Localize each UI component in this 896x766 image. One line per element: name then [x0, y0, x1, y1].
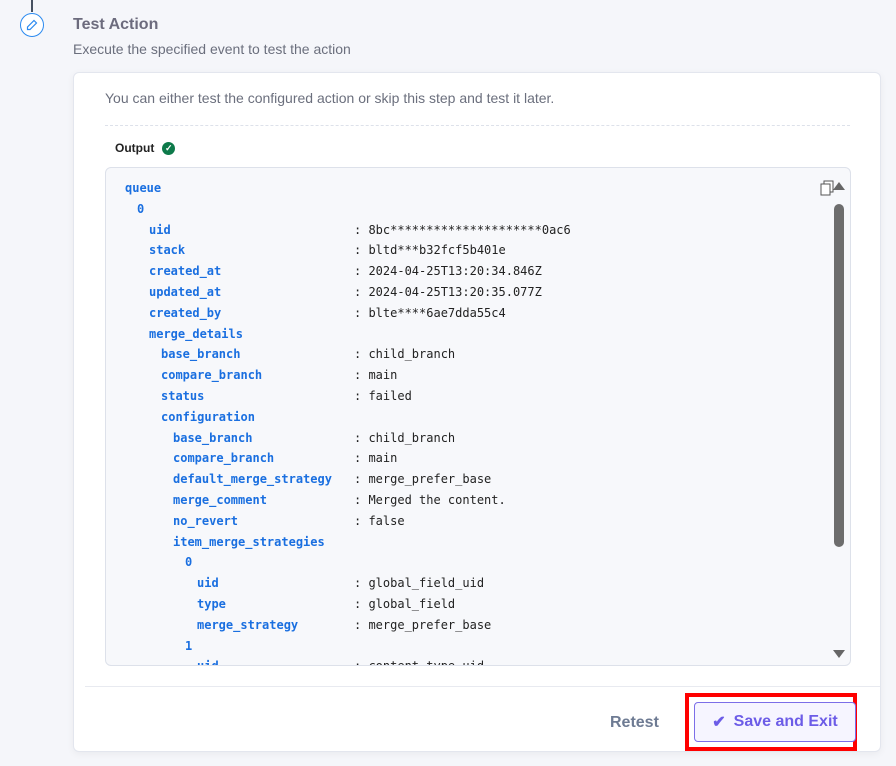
success-check-icon: ✓ [162, 141, 176, 155]
check-icon: ✔ [712, 714, 726, 731]
output-value: : failed [354, 388, 412, 403]
output-key: item_merge_strategies [173, 534, 325, 549]
footer-divider [85, 686, 880, 687]
card-description: You can either test the configured actio… [105, 90, 555, 106]
output-key: base_branch [173, 430, 253, 445]
output-key: configuration [161, 409, 255, 424]
output-key: merge_details [149, 326, 243, 341]
scroll-down-arrow-icon[interactable] [833, 650, 845, 658]
scroll-up-arrow-icon[interactable] [833, 182, 845, 190]
output-key: 0 [137, 201, 145, 216]
output-key: 1 [185, 638, 193, 653]
output-key: uid [197, 576, 219, 591]
output-key: updated_at [149, 284, 222, 299]
output-value: : child_branch [354, 347, 456, 362]
output-key: queue [125, 181, 162, 195]
output-viewer[interactable]: queue 0 uid : 8bc*********************0ac6 s… [105, 167, 851, 666]
output-key: base_branch [161, 347, 241, 362]
scrollbar-thumb[interactable] [834, 204, 844, 547]
output-key: stack [149, 243, 186, 258]
output-key: merge_strategy [197, 617, 299, 632]
output-key: type [197, 596, 226, 611]
retest-button[interactable]: Retest [610, 714, 659, 732]
output-value: : bltd***b32fcf5b401e [354, 243, 506, 258]
output-key: created_by [149, 305, 222, 320]
output-key: no_revert [173, 513, 239, 528]
output-label-text: Output [115, 141, 155, 155]
output-key: 0 [185, 555, 193, 570]
output-value: : global_field [354, 596, 456, 611]
output-key: compare_branch [161, 368, 263, 383]
output-value: : 8bc*********************0ac6 [354, 222, 571, 237]
pencil-icon [20, 13, 44, 37]
highlight-box: ✔ Save and Exit [685, 693, 857, 751]
output-key: merge_comment [173, 492, 267, 507]
output-value: : false [354, 513, 405, 528]
divider [105, 125, 850, 126]
step-title: Test Action [73, 16, 159, 33]
output-value: : merge_prefer_base [354, 472, 492, 487]
output-key: uid [149, 222, 171, 237]
output-value: : content_type_uid [354, 656, 484, 665]
test-action-card: You can either test the configured actio… [73, 72, 881, 752]
output-value: : global_field_uid [354, 576, 485, 591]
output-value: : Merged the content. [354, 492, 506, 507]
output-key: compare_branch [173, 451, 275, 466]
output-value: : child_branch [354, 430, 456, 445]
output-value: : main [354, 368, 398, 383]
step-subtitle: Execute the specified event to test the … [73, 41, 351, 57]
output-value: : merge_prefer_base [354, 617, 492, 632]
save-and-exit-button[interactable]: ✔ Save and Exit [694, 702, 856, 742]
save-and-exit-label: Save and Exit [733, 713, 838, 730]
output-value: : main [354, 451, 398, 466]
output-key: created_at [149, 264, 222, 279]
output-key: status [161, 388, 205, 403]
output-key: default_merge_strategy [173, 472, 332, 487]
output-key: uid [197, 656, 219, 665]
scrollbar[interactable] [832, 182, 845, 658]
output-label: Output ✓ [115, 141, 176, 155]
output-value: : 2024-04-25T13:20:35.077Z [354, 284, 542, 299]
output-value: : 2024-04-25T13:20:34.846Z [354, 264, 542, 279]
output-value: : blte****6ae7dda55c4 [354, 305, 506, 320]
step-connector [31, 0, 33, 12]
